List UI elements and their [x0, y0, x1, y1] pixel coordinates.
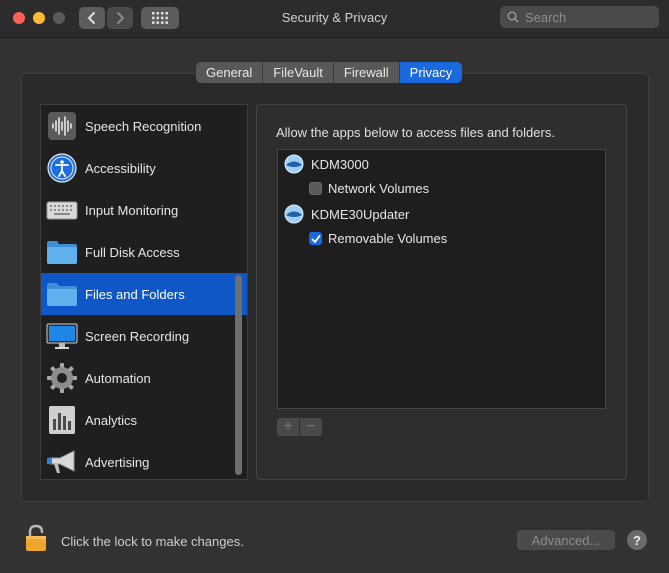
sidebar-item-label: Input Monitoring [85, 202, 179, 218]
sidebar-item-files-and-folders[interactable]: Files and Folders [41, 273, 247, 315]
removable-volumes-checkbox[interactable] [309, 232, 322, 245]
app-icon [284, 204, 304, 224]
sidebar-item-analytics[interactable]: Analytics [41, 399, 247, 441]
lock-icon[interactable] [25, 524, 47, 552]
zoom-window-button[interactable] [53, 12, 65, 24]
app-name: KDME30Updater [311, 206, 410, 222]
search-icon [507, 11, 519, 23]
tab-general[interactable]: General [196, 62, 264, 83]
panel-instruction: Allow the apps below to access files and… [276, 125, 555, 140]
add-app-button[interactable]: + [277, 418, 300, 436]
minimize-window-button[interactable] [33, 12, 45, 24]
sidebar-item-speech-recognition[interactable]: Speech Recognition [41, 105, 247, 147]
app-row[interactable]: KDME30Updater [284, 204, 409, 224]
show-all-button[interactable] [141, 7, 179, 29]
sidebar-scroll-thumb[interactable] [235, 275, 242, 475]
app-permission-list: KDM3000 Network Volumes KDME30Updater Re… [277, 149, 606, 409]
checkmark-icon [311, 234, 320, 243]
remove-app-button[interactable]: − [300, 418, 322, 436]
sidebar-item-label: Full Disk Access [85, 244, 180, 260]
megaphone-icon [46, 446, 78, 478]
tab-filevault[interactable]: FileVault [263, 62, 334, 83]
permission-label: Network Volumes [328, 181, 430, 196]
folder-icon [46, 278, 78, 310]
network-volumes-checkbox[interactable] [309, 182, 322, 195]
sidebar-item-label: Analytics [85, 412, 138, 428]
advanced-button[interactable]: Advanced... [517, 530, 615, 550]
lock-message: Click the lock to make changes. [61, 534, 244, 549]
chevron-right-icon [117, 12, 125, 24]
tab-bar: General FileVault Firewall Privacy [196, 62, 463, 83]
add-remove-controls: + − [277, 418, 322, 436]
sidebar-item-input-monitoring[interactable]: Input Monitoring [41, 189, 247, 231]
permission-label: Removable Volumes [328, 231, 448, 246]
sidebar-item-label: Automation [85, 370, 151, 386]
forward-button[interactable] [107, 7, 133, 29]
sidebar-item-label: Accessibility [85, 160, 156, 176]
display-icon [46, 320, 78, 352]
keyboard-icon [46, 194, 78, 226]
sidebar-item-label: Files and Folders [85, 286, 185, 302]
sidebar-item-label: Speech Recognition [85, 118, 202, 134]
permission-row[interactable]: Removable Volumes [309, 231, 447, 246]
back-button[interactable] [79, 7, 105, 29]
analytics-icon [46, 404, 78, 436]
tab-privacy[interactable]: Privacy [399, 62, 463, 83]
waveform-icon [46, 110, 78, 142]
folder-icon [46, 236, 78, 268]
chevron-left-icon [87, 12, 95, 24]
search-input[interactable] [523, 8, 652, 26]
title-bar: Security & Privacy [0, 0, 669, 38]
accessibility-icon [46, 152, 78, 184]
sidebar-item-accessibility[interactable]: Accessibility [41, 147, 247, 189]
app-row[interactable]: KDM3000 [284, 154, 369, 174]
help-button[interactable]: ? [627, 530, 647, 550]
sidebar-item-advertising[interactable]: Advertising [41, 441, 247, 479]
sidebar-item-screen-recording[interactable]: Screen Recording [41, 315, 247, 357]
gear-icon [46, 362, 78, 394]
app-icon [284, 154, 304, 174]
app-name: KDM3000 [311, 156, 369, 172]
privacy-category-list: Speech Recognition Accessibility Input M… [40, 104, 248, 480]
search-field[interactable] [500, 6, 659, 28]
sidebar-item-label: Screen Recording [85, 328, 190, 344]
grid-icon [152, 12, 168, 24]
sidebar-item-full-disk-access[interactable]: Full Disk Access [41, 231, 247, 273]
sidebar-item-automation[interactable]: Automation [41, 357, 247, 399]
close-window-button[interactable] [13, 12, 25, 24]
sidebar-item-label: Advertising [85, 454, 150, 470]
permission-row[interactable]: Network Volumes [309, 181, 429, 196]
tab-firewall[interactable]: Firewall [334, 62, 400, 83]
